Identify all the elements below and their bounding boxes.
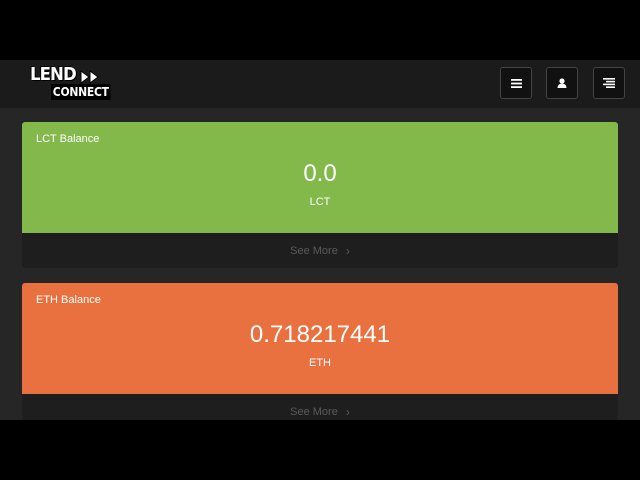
user-button[interactable]	[546, 67, 578, 99]
list-icon	[603, 78, 615, 88]
eth-balance-unit: ETH	[309, 357, 331, 369]
menu-button[interactable]	[500, 67, 532, 99]
fast-forward-icon	[80, 70, 99, 84]
lct-balance-unit: LCT	[309, 196, 331, 208]
eth-balance-value: 0.718217441	[249, 321, 391, 348]
user-icon	[557, 78, 567, 88]
hamburger-menu-icon	[510, 78, 522, 88]
chevron-right-icon: ›	[345, 404, 350, 419]
see-more-label: See More	[290, 405, 338, 418]
see-more-label: See More	[290, 244, 338, 257]
eth-see-more-link[interactable]: See More ›	[22, 394, 618, 420]
logo-text-lend: LEND	[30, 64, 77, 85]
letterbox-bottom	[0, 420, 640, 480]
lct-balance-value: 0.0	[303, 160, 337, 187]
letterbox-top	[0, 0, 640, 60]
eth-balance-label: ETH Balance	[36, 294, 101, 306]
chevron-right-icon: ›	[345, 243, 350, 258]
app-window: LEND CONNECT LCT Balance 0.0 LCT See Mor…	[0, 60, 640, 420]
list-button[interactable]	[593, 67, 625, 99]
eth-balance-card: ETH Balance 0.718217441 ETH See More ›	[22, 283, 618, 420]
lct-balance-panel: LCT Balance 0.0 LCT	[22, 122, 618, 233]
lct-balance-label: LCT Balance	[36, 133, 100, 145]
lct-balance-card: LCT Balance 0.0 LCT See More ›	[22, 122, 618, 268]
logo-text-connect: CONNECT	[51, 84, 111, 100]
eth-balance-panel: ETH Balance 0.718217441 ETH	[22, 283, 618, 394]
navbar: LEND CONNECT	[0, 60, 640, 108]
lend-connect-logo[interactable]: LEND CONNECT	[26, 63, 111, 105]
lct-see-more-link[interactable]: See More ›	[22, 233, 618, 268]
